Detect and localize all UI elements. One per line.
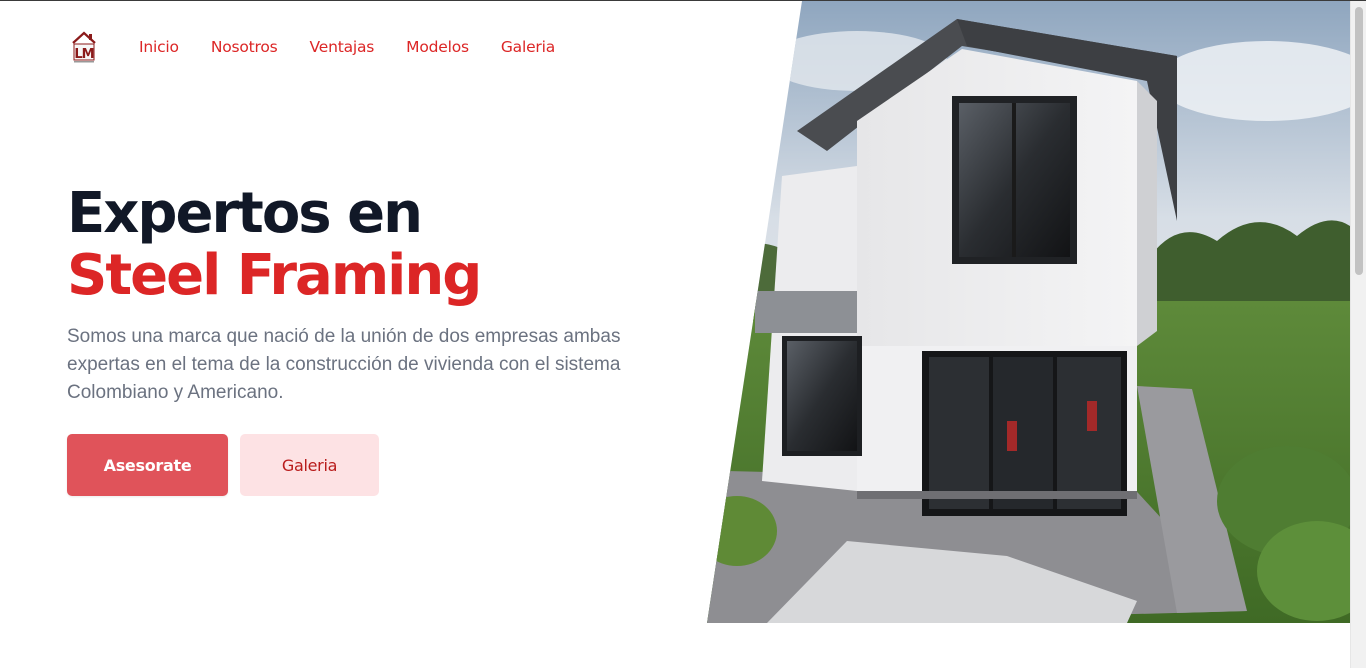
asesorate-button[interactable]: Asesorate	[67, 434, 228, 496]
svg-text:LM: LM	[74, 47, 93, 62]
nav-link-nosotros[interactable]: Nosotros	[211, 38, 278, 56]
hero-title-highlight: Steel Framing	[67, 243, 482, 308]
scrollbar-thumb[interactable]	[1355, 7, 1363, 275]
vertical-scrollbar[interactable]	[1350, 1, 1366, 668]
hero-actions: Asesorate Galeria	[67, 434, 379, 496]
nav-link-galeria[interactable]: Galeria	[501, 38, 555, 56]
hero-content: Expertos en Steel Framing Somos una marc…	[67, 183, 687, 407]
hero-title: Expertos en Steel Framing	[67, 183, 687, 307]
landing-page: LM Inicio Nosotros Ventajas Modelos Gale…	[0, 1, 1350, 668]
house-hero-image	[707, 1, 1350, 623]
nav-link-inicio[interactable]: Inicio	[139, 38, 179, 56]
galeria-button[interactable]: Galeria	[240, 434, 379, 496]
nav-link-modelos[interactable]: Modelos	[406, 38, 469, 56]
nav-link-ventajas[interactable]: Ventajas	[310, 38, 375, 56]
hero-title-line1: Expertos en	[67, 181, 423, 246]
company-logo[interactable]: LM	[70, 29, 98, 65]
hero-description: Somos una marca que nació de la unión de…	[67, 326, 621, 403]
main-navigation: LM Inicio Nosotros Ventajas Modelos Gale…	[70, 27, 587, 67]
